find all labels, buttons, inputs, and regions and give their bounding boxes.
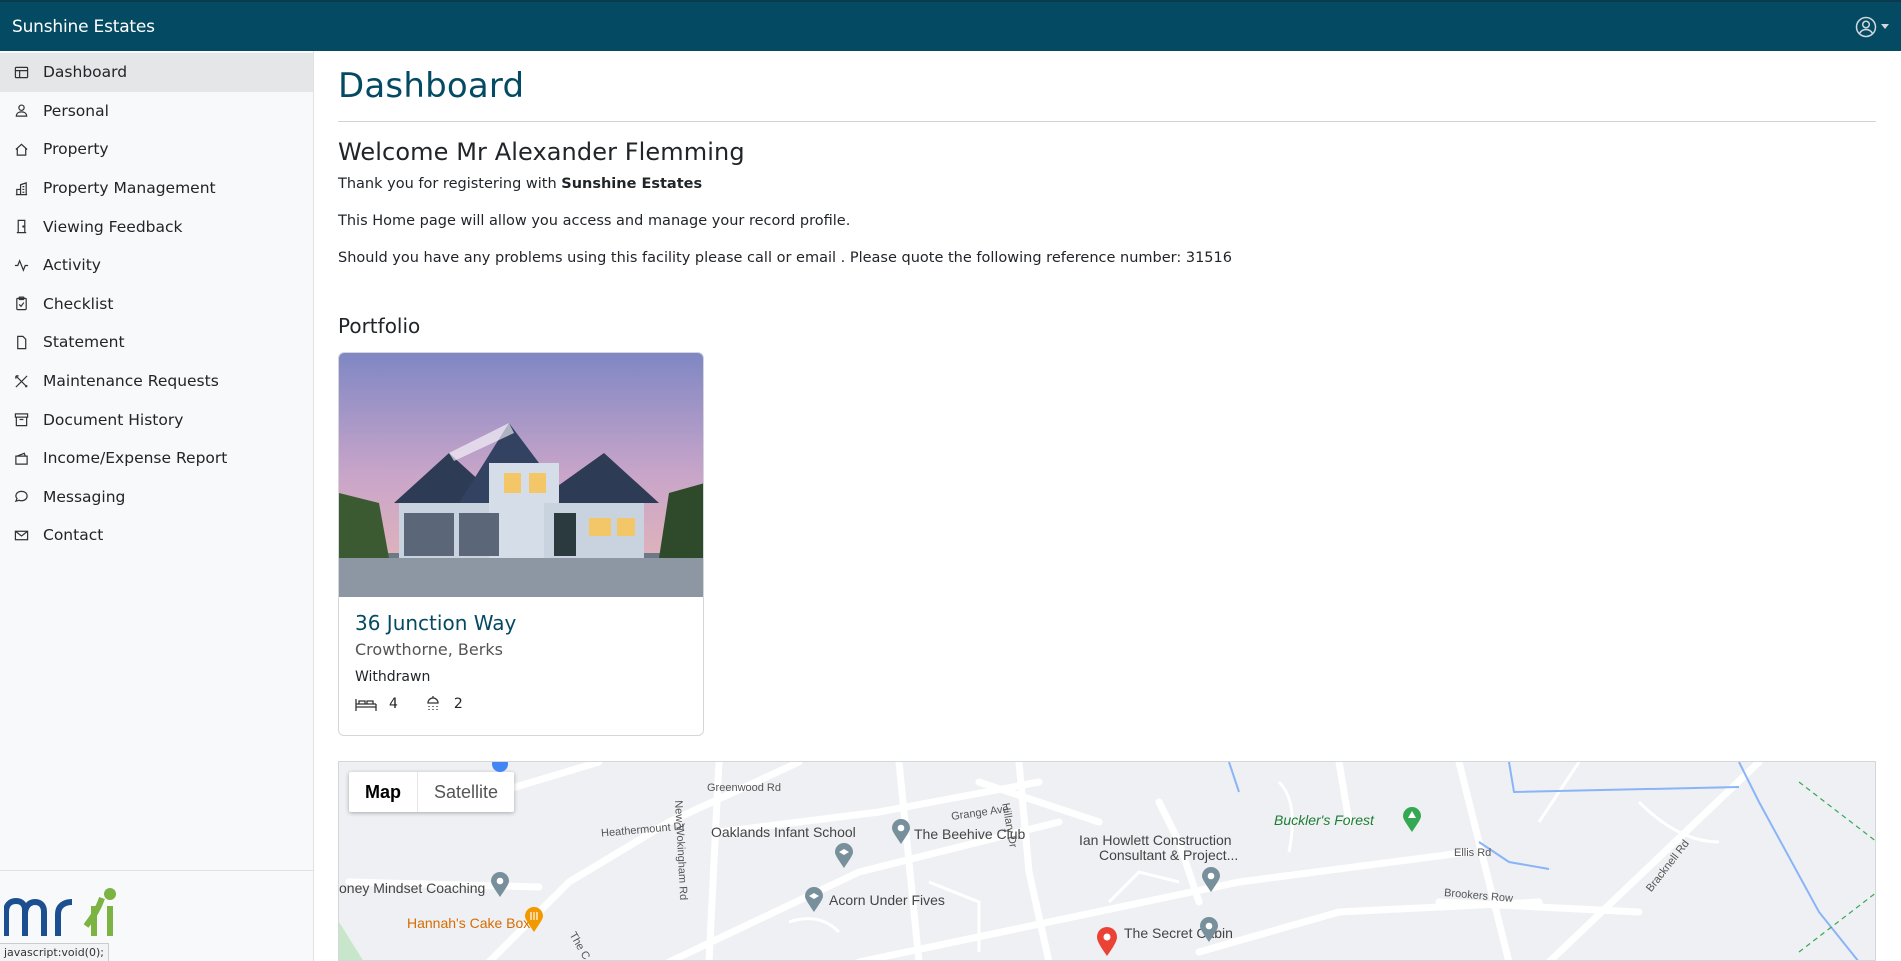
support-text: Should you have any problems using this … bbox=[338, 250, 1232, 266]
user-menu-button[interactable] bbox=[1855, 16, 1889, 38]
tools-icon bbox=[13, 373, 29, 389]
sidebar-item-property-management[interactable]: Property Management bbox=[0, 169, 313, 208]
map-label-ellis: Ellis Rd bbox=[1454, 847, 1492, 859]
bedrooms-feature: 4 bbox=[355, 696, 398, 712]
sidebar-item-label: Property bbox=[43, 140, 109, 159]
activity-icon bbox=[13, 257, 29, 273]
sidebar-item-label: Contact bbox=[43, 526, 104, 545]
map-pin-icon[interactable] bbox=[891, 819, 911, 845]
sidebar-item-label: Property Management bbox=[43, 179, 216, 198]
sidebar-item-label: Personal bbox=[43, 101, 109, 120]
school-pin-icon[interactable] bbox=[804, 887, 824, 913]
bathrooms-count: 2 bbox=[453, 696, 463, 712]
sidebar-item-checklist[interactable]: Checklist bbox=[0, 285, 313, 324]
intro-prefix: Thank you for registering with bbox=[338, 176, 562, 192]
intro-text: Thank you for registering with Sunshine … bbox=[338, 175, 1876, 194]
sidebar-item-messaging[interactable]: Messaging bbox=[0, 478, 313, 517]
property-map[interactable]: Map Satellite Greenwood Rd New Wokingham… bbox=[338, 761, 1876, 961]
map-label-cake-box: Hannah's Cake Box bbox=[407, 915, 531, 931]
chat-icon bbox=[13, 489, 29, 505]
person-icon bbox=[13, 103, 29, 119]
sidebar-item-maintenance-requests[interactable]: Maintenance Requests bbox=[0, 362, 313, 401]
sidebar-item-property[interactable]: Property bbox=[0, 130, 313, 169]
archive-icon bbox=[13, 412, 29, 428]
sidebar-item-label: Document History bbox=[43, 410, 184, 429]
property-location: Crowthorne, Berks bbox=[355, 640, 503, 659]
map-pin-icon[interactable] bbox=[1199, 917, 1219, 943]
sidebar: Dashboard Personal Property Property Man… bbox=[0, 51, 314, 961]
park-pin-icon[interactable] bbox=[1402, 807, 1422, 833]
dashboard-icon bbox=[13, 64, 29, 80]
bathrooms-feature: 2 bbox=[424, 695, 463, 713]
property-status: Withdrawn bbox=[355, 669, 431, 685]
sidebar-item-label: Activity bbox=[43, 256, 101, 275]
food-pin-icon[interactable] bbox=[524, 907, 544, 933]
sidebar-item-viewing-feedback[interactable]: Viewing Feedback bbox=[0, 207, 313, 246]
title-divider bbox=[338, 121, 1876, 122]
sidebar-item-activity[interactable]: Activity bbox=[0, 246, 313, 285]
bed-icon bbox=[355, 699, 377, 711]
company-name: Sunshine Estates bbox=[561, 176, 703, 192]
sidebar-item-dashboard[interactable]: Dashboard bbox=[0, 53, 313, 92]
file-icon bbox=[13, 334, 29, 350]
map-label-acorn: Acorn Under Fives bbox=[829, 892, 945, 908]
map-pin-icon[interactable] bbox=[1201, 867, 1221, 893]
property-address-link[interactable]: 36 Junction Way bbox=[355, 611, 687, 635]
clipboard-check-icon bbox=[13, 296, 29, 312]
top-navbar: Sunshine Estates bbox=[0, 0, 1901, 51]
wallet-icon bbox=[13, 450, 29, 466]
property-card[interactable]: 36 Junction Way Crowthorne, Berks Withdr… bbox=[338, 352, 704, 736]
property-location-pin-icon[interactable] bbox=[1096, 927, 1118, 957]
sidebar-item-label: Maintenance Requests bbox=[43, 372, 219, 391]
sidebar-footer: javascript:void(0); bbox=[0, 870, 313, 961]
property-card-body: 36 Junction Way Crowthorne, Berks Withdr… bbox=[339, 597, 703, 727]
sidebar-item-label: Statement bbox=[43, 333, 125, 352]
page-title: Dashboard bbox=[338, 66, 525, 106]
property-features: 4 2 bbox=[355, 695, 687, 713]
map-label-money-mindset: oney Mindset Coaching bbox=[339, 880, 486, 896]
door-icon bbox=[13, 219, 29, 235]
sidebar-item-label: Dashboard bbox=[43, 63, 128, 82]
property-photo[interactable] bbox=[339, 353, 704, 597]
sidebar-item-label: Messaging bbox=[43, 487, 126, 506]
bedrooms-count: 4 bbox=[389, 696, 398, 712]
brand-title[interactable]: Sunshine Estates bbox=[12, 17, 155, 37]
envelope-icon bbox=[13, 527, 29, 543]
status-url-tooltip: javascript:void(0); bbox=[0, 943, 109, 961]
portfolio-heading: Portfolio bbox=[338, 314, 421, 338]
sidebar-item-document-history[interactable]: Document History bbox=[0, 400, 313, 439]
sidebar-item-contact[interactable]: Contact bbox=[0, 516, 313, 555]
user-circle-icon bbox=[1855, 16, 1877, 38]
caret-down-icon bbox=[1881, 24, 1889, 30]
map-label-oaklands: Oaklands Infant School bbox=[711, 824, 856, 840]
welcome-heading: Welcome Mr Alexander Flemming bbox=[338, 138, 745, 166]
main-content: Dashboard Welcome Mr Alexander Flemming … bbox=[338, 51, 1876, 961]
location-marker-icon[interactable] bbox=[491, 762, 509, 772]
shower-icon bbox=[427, 696, 439, 710]
sidebar-item-label: Viewing Feedback bbox=[43, 217, 183, 236]
map-label-howlett-2: Consultant & Project... bbox=[1099, 847, 1239, 863]
mri-logo bbox=[3, 886, 126, 942]
school-pin-icon[interactable] bbox=[834, 843, 854, 869]
map-pin-icon[interactable] bbox=[490, 872, 510, 898]
sidebar-nav: Dashboard Personal Property Property Man… bbox=[0, 51, 313, 555]
satellite-view-button[interactable]: Satellite bbox=[417, 772, 514, 812]
sidebar-item-income-expense-report[interactable]: Income/Expense Report bbox=[0, 439, 313, 478]
sidebar-item-personal[interactable]: Personal bbox=[0, 92, 313, 131]
sidebar-item-label: Income/Expense Report bbox=[43, 449, 228, 468]
map-label-bucklers-forest: Buckler's Forest bbox=[1274, 812, 1374, 828]
map-label-howlett-1: Ian Howlett Construction bbox=[1079, 832, 1232, 848]
map-view-button[interactable]: Map bbox=[349, 772, 417, 812]
map-type-toggle[interactable]: Map Satellite bbox=[349, 772, 515, 812]
buildings-icon bbox=[13, 180, 29, 196]
sidebar-item-label: Checklist bbox=[43, 294, 114, 313]
sidebar-item-statement[interactable]: Statement bbox=[0, 323, 313, 362]
home-description: This Home page will allow you access and… bbox=[338, 213, 851, 229]
house-icon bbox=[13, 141, 29, 157]
map-label-greenwood: Greenwood Rd bbox=[707, 782, 781, 794]
